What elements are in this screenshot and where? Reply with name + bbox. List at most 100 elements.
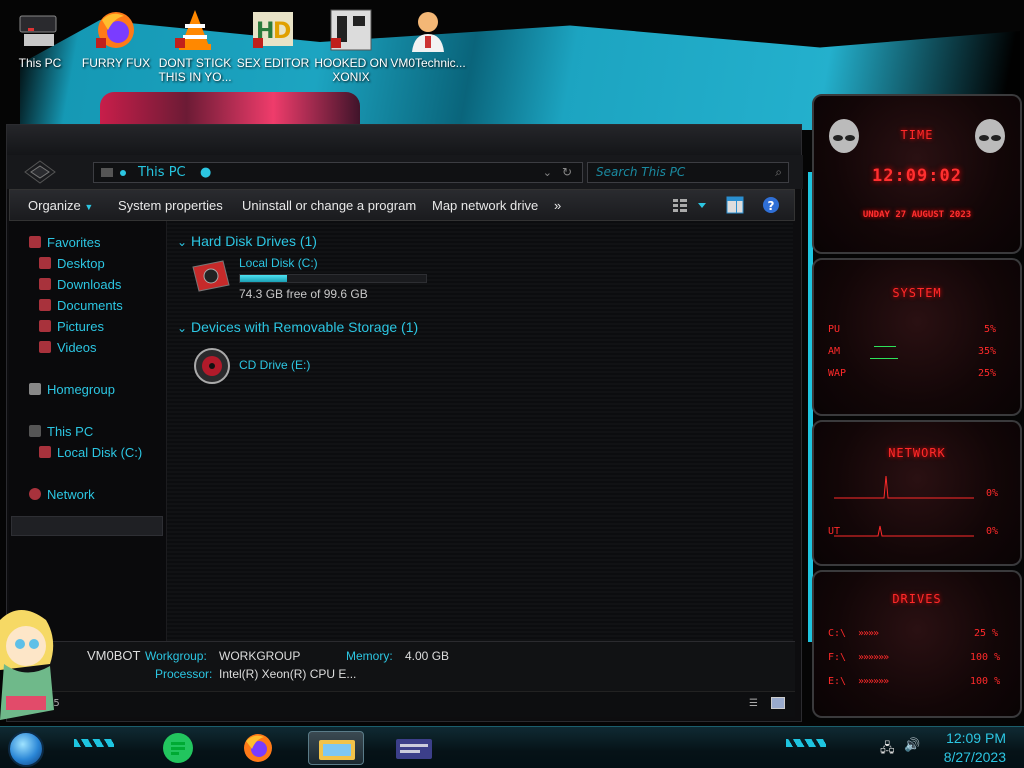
start-button[interactable]	[8, 731, 44, 767]
homegroup-icon	[29, 383, 41, 395]
desktop-icon-hex-editor[interactable]: HD SEX EDITOR	[235, 4, 311, 90]
star-icon	[29, 236, 41, 248]
nav-this-pc[interactable]: This PC	[29, 424, 93, 439]
cd-drive-icon	[193, 347, 231, 385]
cpu-label: PU	[828, 324, 841, 335]
ram-value: 35%	[978, 346, 997, 357]
nav-homegroup[interactable]: Homegroup	[29, 382, 115, 397]
drive-c-label[interactable]: Local Disk (C:)	[239, 256, 318, 270]
preview-pane-icon[interactable]	[726, 196, 744, 217]
clock-title: TIME	[900, 128, 934, 142]
cpu-value: 5%	[984, 324, 997, 335]
svg-text:D: D	[273, 19, 291, 44]
net-in-value: 0%	[986, 488, 999, 499]
desktop-icon-vm0technic[interactable]: VM0Technic...	[390, 4, 466, 90]
search-input[interactable]: Search This PC ⌕	[587, 162, 789, 183]
search-placeholder: Search This PC	[596, 165, 686, 179]
help-icon[interactable]: ?	[762, 196, 780, 217]
doctor-icon	[406, 8, 450, 52]
workgroup-key: Workgroup:	[145, 649, 207, 663]
system-properties-button[interactable]: System properties	[118, 198, 223, 213]
taskbar-clock[interactable]: 12:09 PM 8/27/2023	[944, 729, 1006, 767]
vlc-icon	[173, 8, 217, 52]
drive-c-gadget-bar: »»»»	[858, 628, 879, 639]
drive-f-gadget-label: F:\	[828, 652, 847, 663]
processor-value: Intel(R) Xeon(R) CPU E...	[219, 667, 357, 681]
taskbar-app-control-panel[interactable]	[386, 731, 442, 765]
nav-documents[interactable]: Documents	[39, 298, 123, 313]
taskbar-app-spreadsheet[interactable]	[158, 731, 198, 765]
memory-key: Memory:	[346, 649, 393, 663]
net-out-label: UT	[828, 526, 841, 537]
taskbar-accent	[786, 739, 826, 747]
uninstall-program-button[interactable]: Uninstall or change a program	[242, 198, 416, 213]
clock-time: 12:09:02	[872, 166, 962, 186]
downloads-icon	[39, 278, 51, 290]
star-character-sticker	[0, 600, 62, 724]
nav-videos[interactable]: Videos	[39, 340, 97, 355]
drive-e-gadget-value: 100 %	[970, 676, 1001, 687]
more-commands-button[interactable]: »	[554, 198, 561, 213]
nav-favorites[interactable]: Favorites	[29, 235, 100, 250]
taskbar-app-firefox[interactable]	[238, 731, 278, 765]
processor-key: Processor:	[155, 667, 213, 681]
system-title: SYSTEM	[892, 286, 942, 300]
computer-icon	[18, 8, 62, 52]
taskbar: 🖧 🔊 12:09 PM 8/27/2023	[0, 726, 1024, 768]
network-tray-icon[interactable]: 🖧	[880, 739, 895, 761]
desktop-icon-label: FURRY FUX	[81, 56, 151, 70]
drive-c-gadget-value: 25 %	[974, 628, 999, 639]
nav-desktop[interactable]: Desktop	[39, 256, 105, 271]
back-forward-icon[interactable]	[23, 159, 57, 185]
swap-value: 25%	[978, 368, 997, 379]
videos-icon	[39, 341, 51, 353]
breadcrumb-separator-icon[interactable]: ●	[200, 163, 211, 182]
ram-label: AM	[828, 346, 841, 357]
desktop-icon-firefox[interactable]: FURRY FUX	[78, 4, 154, 90]
drive-f-gadget-bar: »»»»»»	[858, 652, 889, 663]
desktop-icon-label: HOOKED ON XONIX	[314, 56, 388, 84]
group-hard-disks[interactable]: ⌄ Hard Disk Drives (1)	[177, 233, 317, 249]
taskbar-time: 12:09 PM	[946, 730, 1006, 746]
window-title-bar[interactable]	[7, 125, 801, 155]
map-network-drive-button[interactable]: Map network drive	[432, 198, 538, 213]
chevron-down-icon: ▼	[84, 202, 94, 212]
details-pane: VM0BOT Workgroup: WORKGROUP Memory: 4.00…	[9, 641, 795, 691]
chevron-down-icon: ⌄	[177, 235, 188, 249]
net-out-value: 0%	[986, 526, 999, 537]
drives-gadget[interactable]: DRIVES C:\ »»»» 25 % F:\ »»»»»» 100 % E:…	[812, 570, 1022, 718]
network-title: NETWORK	[888, 446, 946, 460]
nav-pictures[interactable]: Pictures	[39, 319, 104, 334]
svg-text:?: ?	[768, 199, 775, 213]
network-gadget[interactable]: NETWORK 0% UT 0%	[812, 420, 1022, 566]
details-view-icon[interactable]: ☰	[749, 698, 758, 709]
nav-local-disk[interactable]: Local Disk (C:)	[39, 445, 142, 460]
ram-graph	[874, 346, 896, 347]
taskbar-app-explorer[interactable]	[308, 731, 364, 765]
address-input[interactable]: This PC ● ⌄ ↻	[93, 162, 583, 183]
refresh-icon[interactable]: ↻	[562, 163, 572, 182]
nav-network[interactable]: Network	[29, 487, 95, 502]
explorer-window[interactable]: This PC ● ⌄ ↻ Search This PC ⌕ Organize …	[6, 124, 803, 722]
system-gadget[interactable]: SYSTEM PU 5% AM 35% WAP 25%	[812, 258, 1022, 416]
volume-tray-icon[interactable]: 🔊	[904, 738, 920, 753]
search-icon[interactable]: ⌕	[775, 163, 782, 182]
chevron-down-icon[interactable]: ⌄	[543, 163, 552, 182]
desktop-icon-label: SEX EDITOR	[236, 56, 310, 70]
drive-c-free-space: 74.3 GB free of 99.6 GB	[239, 287, 368, 301]
cd-drive-label[interactable]: CD Drive (E:)	[239, 358, 310, 372]
nav-selection-highlight	[11, 516, 163, 536]
command-bar: Organize ▼ System properties Uninstall o…	[9, 189, 795, 221]
desktop-icon-xonix[interactable]: HOOKED ON XONIX	[313, 4, 389, 90]
desktop-icon-vlc[interactable]: DONT STICK THIS IN YO...	[157, 4, 233, 90]
view-options-icon[interactable]	[672, 197, 712, 216]
organize-button[interactable]: Organize ▼	[28, 198, 93, 213]
clock-gadget[interactable]: TIME 12:09:02 UNDAY 27 AUGUST 2023	[812, 94, 1022, 254]
desktop: This PC FURRY FUX DONT STICK THIS IN YO.…	[0, 0, 1024, 768]
group-removable[interactable]: ⌄ Devices with Removable Storage (1)	[177, 319, 418, 335]
computer-name: VM0BOT	[87, 648, 141, 663]
desktop-icon-this-pc[interactable]: This PC	[2, 4, 78, 90]
nav-downloads[interactable]: Downloads	[39, 277, 121, 292]
large-icons-view-icon[interactable]	[771, 697, 785, 709]
drive-e-gadget-bar: »»»»»»	[858, 676, 889, 687]
